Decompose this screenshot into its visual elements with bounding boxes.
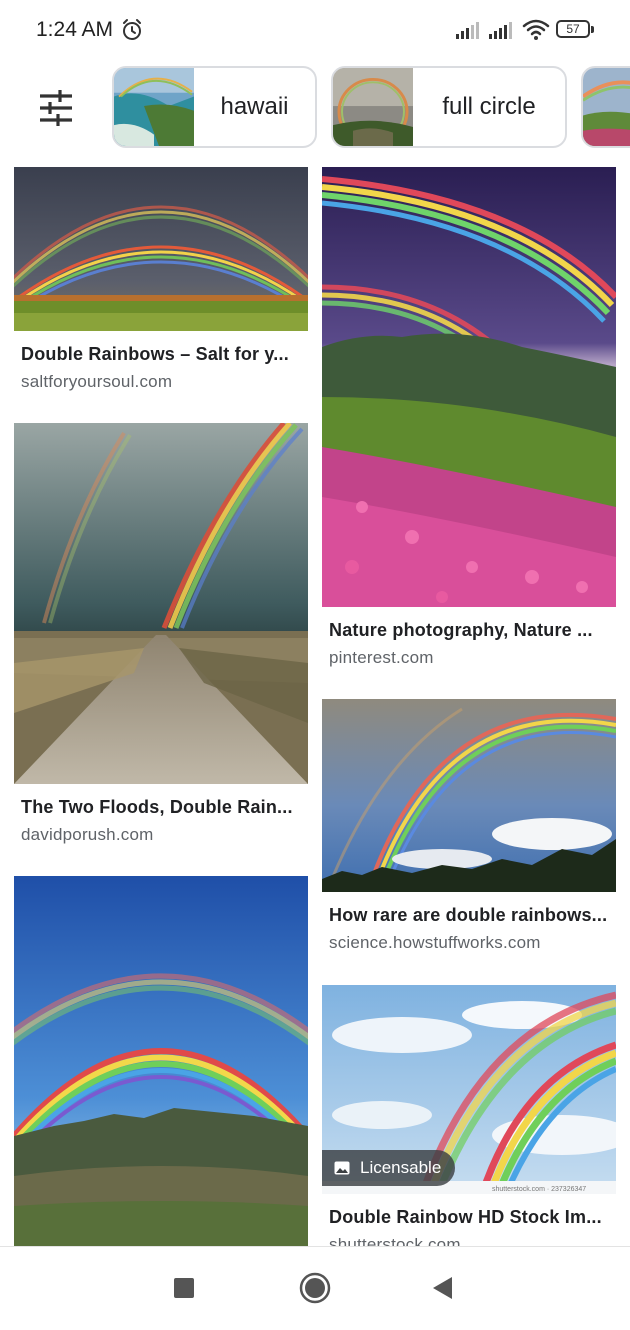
chip-full-circle[interactable]: full circle: [331, 66, 567, 148]
result-image[interactable]: [322, 167, 616, 607]
result-image[interactable]: [14, 167, 308, 331]
result-title[interactable]: Double Rainbows – Salt for y...: [21, 344, 301, 365]
system-nav-bar: [0, 1246, 630, 1330]
alarm-icon: [123, 19, 141, 40]
chip-hawaii[interactable]: hawaii: [112, 66, 317, 148]
related-searches-row: hawaii full circle: [0, 52, 630, 164]
chip-thumbnail: [114, 68, 194, 146]
result-title[interactable]: Nature photography, Nature ...: [329, 620, 609, 641]
battery-icon: 57: [556, 20, 594, 40]
signal-icon: [456, 22, 479, 39]
result-source[interactable]: saltforyoursoul.com: [21, 372, 301, 392]
result-image[interactable]: [322, 699, 616, 892]
result-title[interactable]: Double Rainbow HD Stock Im...: [329, 1207, 609, 1228]
back-button[interactable]: [428, 1273, 458, 1303]
wifi-icon: [522, 19, 550, 40]
status-time: 1:24 AM: [36, 18, 114, 41]
home-button[interactable]: [298, 1271, 332, 1305]
chip-label: full circle: [442, 93, 536, 120]
signal-icon: [489, 22, 512, 39]
result-image[interactable]: [14, 423, 308, 784]
result-source[interactable]: davidporush.com: [21, 825, 301, 845]
licensable-badge[interactable]: Licensable: [322, 1150, 456, 1186]
battery-level: 57: [556, 20, 590, 38]
result-title[interactable]: How rare are double rainbows...: [329, 905, 609, 926]
status-bar: 1:24 AM 57: [0, 0, 630, 52]
recents-button[interactable]: [169, 1273, 199, 1303]
chip-rainbow-hills[interactable]: [581, 66, 630, 148]
result-image[interactable]: [14, 876, 308, 1246]
watermark-text: shutterstock.com · 237326347: [492, 1186, 586, 1193]
chip-thumbnail: [583, 68, 630, 146]
licensable-label: Licensable: [360, 1158, 442, 1177]
result-source[interactable]: pinterest.com: [329, 648, 609, 668]
chip-label: hawaii: [220, 93, 289, 120]
filter-tune-button[interactable]: [30, 82, 82, 134]
result-source[interactable]: science.howstuffworks.com: [329, 933, 609, 953]
image-icon: [334, 1161, 350, 1175]
result-title[interactable]: The Two Floods, Double Rain...: [21, 797, 301, 818]
chip-thumbnail: [333, 68, 413, 146]
